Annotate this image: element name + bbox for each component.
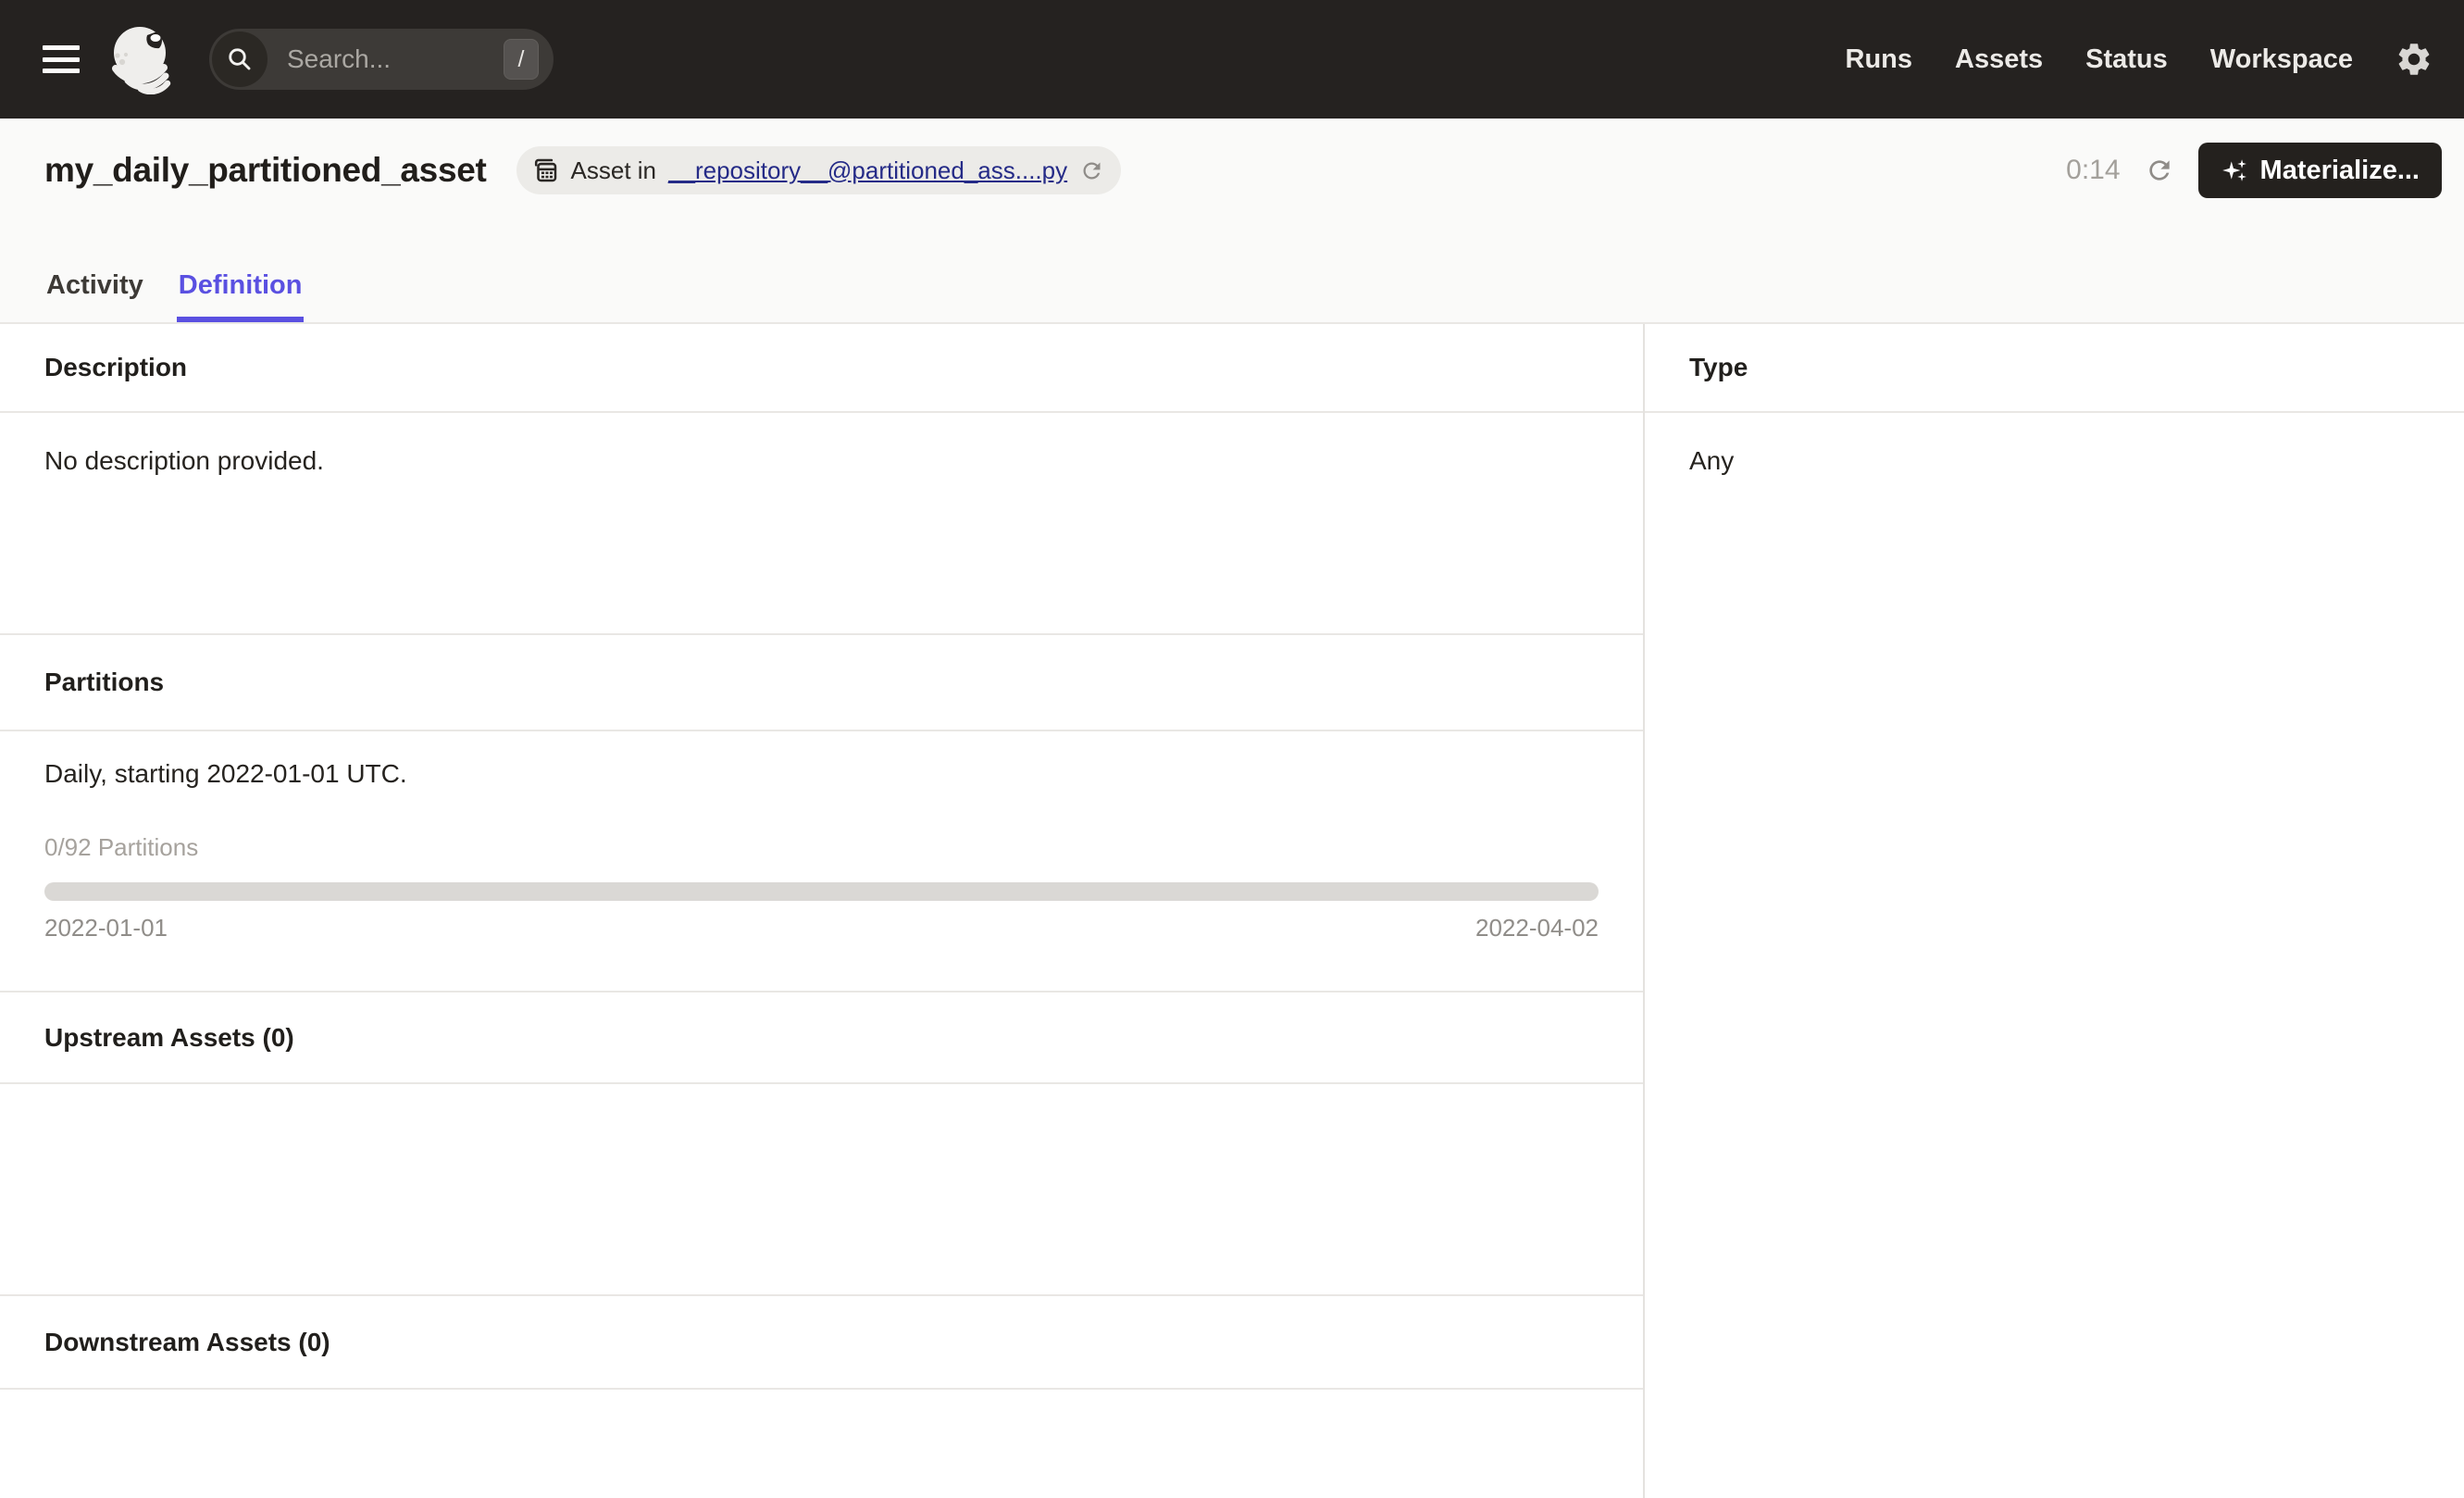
asset-table-icon	[534, 158, 556, 182]
sparkle-icon	[2221, 159, 2246, 181]
right-column: Type Any	[1643, 324, 2464, 1498]
reload-icon	[1083, 162, 1101, 179]
refresh-icon	[2148, 160, 2170, 181]
dagster-logo-icon[interactable]	[109, 24, 176, 94]
gear-icon	[2398, 44, 2430, 75]
tab-definition[interactable]: Definition	[176, 270, 305, 322]
nav-item-workspace[interactable]: Workspace	[2210, 44, 2353, 75]
nav-item-runs[interactable]: Runs	[1846, 44, 1913, 75]
header-actions: 0:14 Materialize...	[2066, 143, 2442, 198]
materialize-button[interactable]: Materialize...	[2197, 143, 2442, 198]
partitions-heading: Partitions	[0, 635, 1643, 731]
partition-progress-label: 0/92 Partitions	[44, 833, 199, 861]
description-body: No description provided.	[0, 413, 1643, 635]
partition-range-end: 2022-04-02	[1475, 914, 1599, 942]
type-body: Any	[1645, 413, 2464, 476]
search-icon	[212, 31, 268, 87]
partition-range-start: 2022-01-01	[44, 914, 168, 942]
upstream-assets-body	[0, 1084, 1643, 1296]
downstream-assets-body	[0, 1390, 1643, 1498]
partitions-body: Daily, starting 2022-01-01 UTC. 0/92 Par…	[0, 731, 1643, 992]
materialize-label: Materialize...	[2259, 155, 2420, 185]
settings-button[interactable]	[2394, 39, 2434, 80]
description-heading: Description	[0, 324, 1643, 413]
tab-activity[interactable]: Activity	[44, 270, 145, 322]
type-heading: Type	[1645, 324, 2464, 413]
title-row: my_daily_partitioned_asset Asset in __re…	[0, 119, 2464, 207]
page-header: my_daily_partitioned_asset Asset in __re…	[0, 119, 2464, 322]
type-value: Any	[1689, 446, 1735, 475]
asset-origin-badge: Asset in __repository__@partitioned_ass.…	[516, 146, 1122, 194]
reload-repository-button[interactable]	[1079, 158, 1104, 183]
asset-definition-page: / Runs Assets Status Workspace my_daily_…	[0, 0, 2464, 1498]
description-text: No description provided.	[44, 446, 324, 475]
upstream-assets-heading: Upstream Assets (0)	[0, 992, 1643, 1084]
left-column: Description No description provided. Par…	[0, 324, 1643, 1498]
downstream-assets-heading: Downstream Assets (0)	[0, 1296, 1643, 1390]
partition-progress-bar	[44, 882, 1599, 901]
global-search: /	[209, 29, 554, 90]
refresh-button[interactable]	[2139, 150, 2180, 191]
page-title: my_daily_partitioned_asset	[44, 151, 487, 189]
partition-range: 2022-01-01 2022-04-02	[44, 914, 1599, 942]
partition-summary: Daily, starting 2022-01-01 UTC.	[44, 759, 407, 788]
top-navbar: / Runs Assets Status Workspace	[0, 0, 2464, 119]
definition-content: Description No description provided. Par…	[0, 322, 2464, 1498]
menu-icon[interactable]	[43, 45, 80, 73]
refresh-countdown: 0:14	[2066, 155, 2121, 185]
nav-item-assets[interactable]: Assets	[1955, 44, 2043, 75]
search-shortcut-key: /	[504, 39, 539, 80]
badge-prefix: Asset in	[570, 156, 657, 184]
navbar-links: Runs Assets Status Workspace	[1846, 44, 2353, 75]
nav-item-status[interactable]: Status	[2085, 44, 2168, 75]
repository-link[interactable]: __repository__@partitioned_ass....py	[668, 156, 1067, 185]
tab-bar: Activity Definition	[44, 270, 305, 322]
